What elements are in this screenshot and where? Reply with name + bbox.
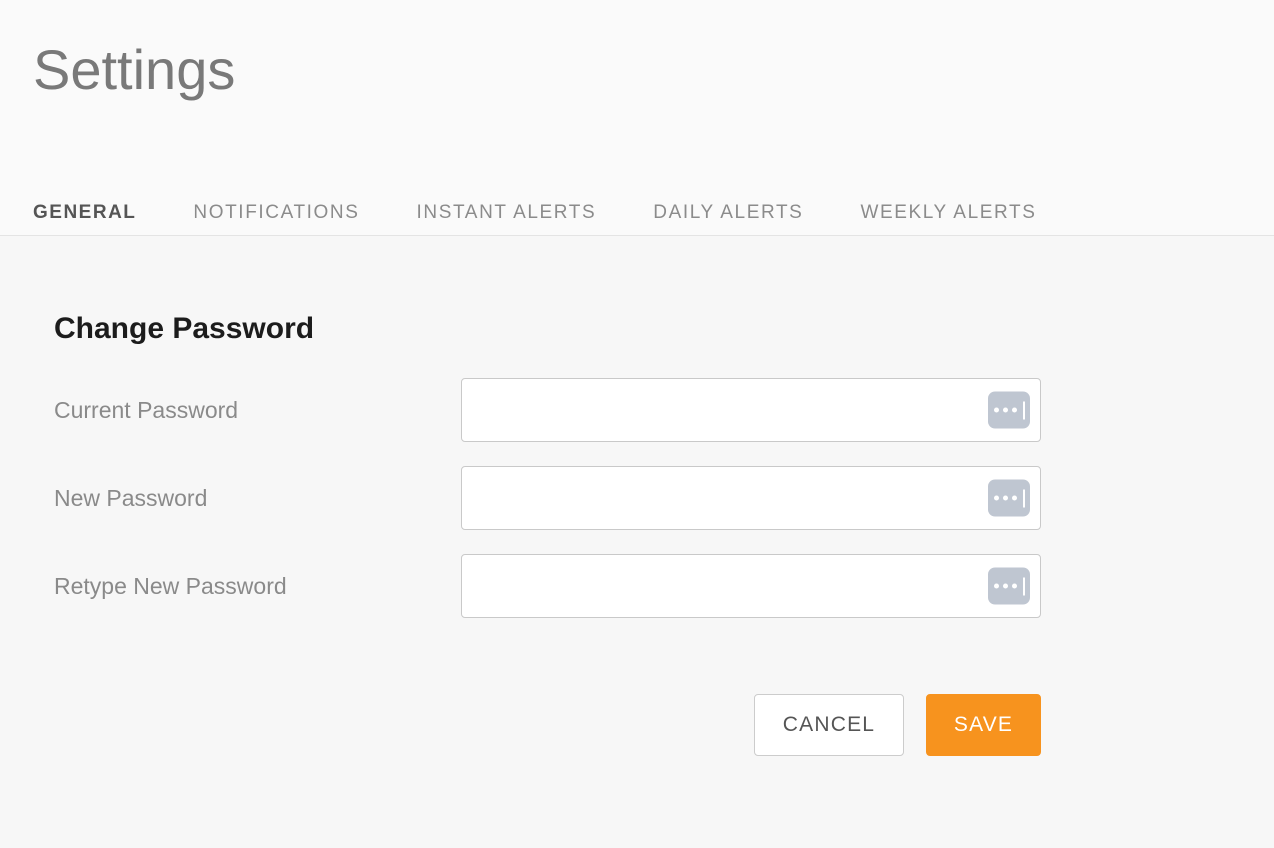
dot-3 bbox=[1011, 495, 1017, 501]
form-row-retype-new-password: Retype New Password bbox=[0, 554, 1274, 642]
settings-page: Settings GENERAL NOTIFICATIONS INSTANT A… bbox=[0, 0, 1274, 848]
caret-bar bbox=[1022, 577, 1025, 595]
dot-2 bbox=[1002, 583, 1008, 589]
password-mask-icon[interactable] bbox=[988, 391, 1030, 429]
cancel-button[interactable]: CANCEL bbox=[754, 694, 904, 756]
dot-1 bbox=[993, 495, 999, 501]
settings-tabbar: GENERAL NOTIFICATIONS INSTANT ALERTS DAI… bbox=[33, 186, 1036, 226]
new-password-input[interactable] bbox=[461, 466, 1041, 530]
form-row-current-password: Current Password bbox=[0, 378, 1274, 466]
tab-notifications[interactable]: NOTIFICATIONS bbox=[193, 200, 359, 226]
label-retype-new-password: Retype New Password bbox=[54, 572, 287, 599]
password-mask-icon[interactable] bbox=[988, 479, 1030, 517]
page-title: Settings bbox=[33, 38, 236, 101]
settings-content: Change Password Current Password New Pas… bbox=[0, 237, 1274, 848]
field-wrap-retype-new-password bbox=[461, 554, 1041, 618]
form-row-new-password: New Password bbox=[0, 466, 1274, 554]
tab-weekly-alerts[interactable]: WEEKLY ALERTS bbox=[860, 200, 1036, 226]
dot-2 bbox=[1002, 495, 1008, 501]
field-wrap-new-password bbox=[461, 466, 1041, 530]
form-actions: CANCEL SAVE bbox=[0, 694, 1274, 756]
dot-2 bbox=[1002, 407, 1008, 413]
field-wrap-current-password bbox=[461, 378, 1041, 442]
current-password-input[interactable] bbox=[461, 378, 1041, 442]
label-new-password: New Password bbox=[54, 484, 208, 511]
password-mask-icon[interactable] bbox=[988, 567, 1030, 605]
dot-1 bbox=[993, 583, 999, 589]
dot-1 bbox=[993, 407, 999, 413]
section-title-change-password: Change Password bbox=[54, 312, 315, 345]
page-header: Settings GENERAL NOTIFICATIONS INSTANT A… bbox=[0, 0, 1274, 236]
caret-bar bbox=[1022, 489, 1025, 507]
save-button[interactable]: SAVE bbox=[926, 694, 1041, 756]
dot-3 bbox=[1011, 407, 1017, 413]
tab-instant-alerts[interactable]: INSTANT ALERTS bbox=[417, 200, 597, 226]
tab-general[interactable]: GENERAL bbox=[33, 200, 136, 226]
tab-daily-alerts[interactable]: DAILY ALERTS bbox=[653, 200, 803, 226]
caret-bar bbox=[1022, 401, 1025, 419]
change-password-form: Current Password New Password Retype New… bbox=[0, 378, 1274, 642]
retype-new-password-input[interactable] bbox=[461, 554, 1041, 618]
label-current-password: Current Password bbox=[54, 396, 239, 423]
dot-3 bbox=[1011, 583, 1017, 589]
